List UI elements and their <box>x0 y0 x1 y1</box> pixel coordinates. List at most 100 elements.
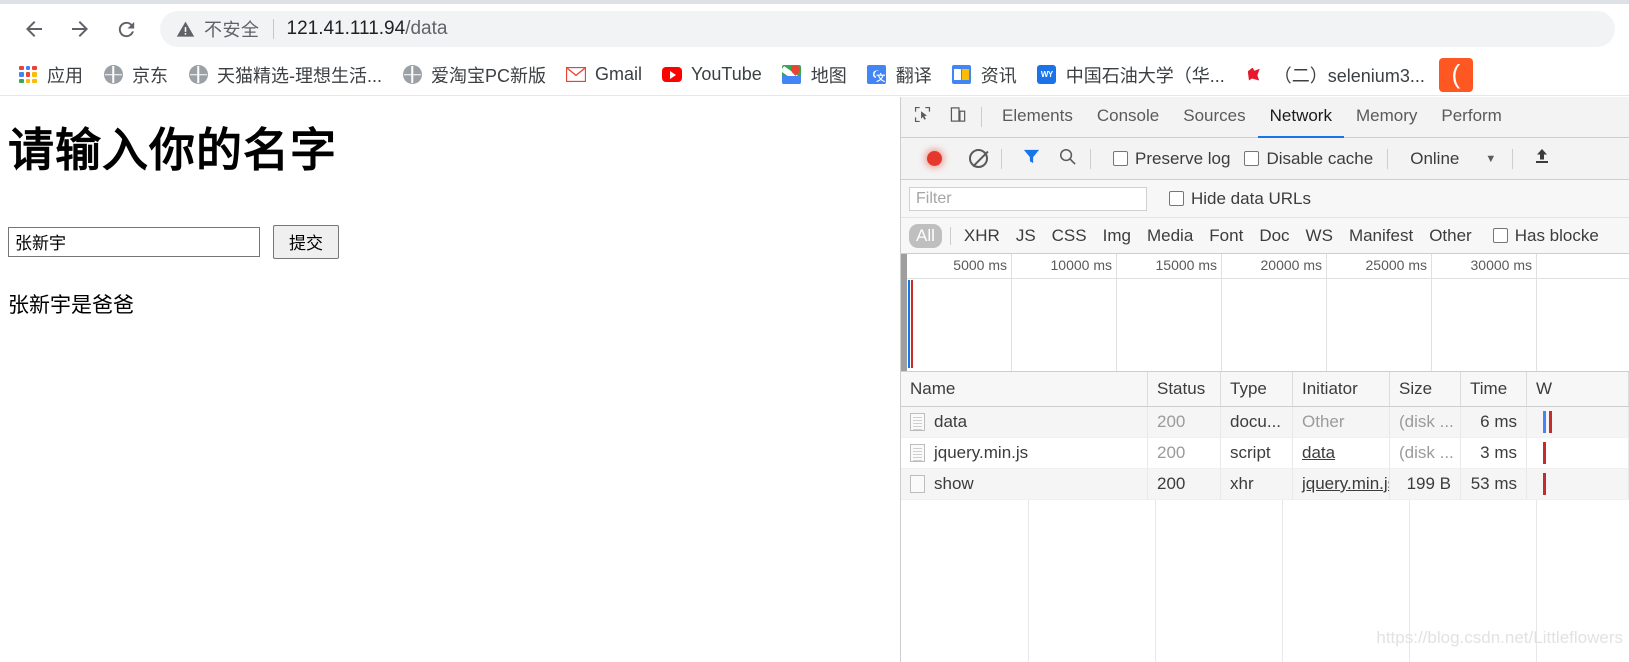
type-filter-js[interactable]: JS <box>1009 224 1043 248</box>
bookmark-jd[interactable]: 京东 <box>95 60 176 90</box>
devtools-panel: Elements Console Sources Network Memory … <box>900 97 1629 662</box>
tab-network[interactable]: Network <box>1257 97 1344 138</box>
tick-label: 30000 ms <box>1470 257 1532 273</box>
forward-button[interactable] <box>60 9 100 49</box>
address-bar[interactable]: 不安全 121.41.111.94/data <box>160 11 1615 47</box>
has-blocked-cookies-checkbox[interactable]: Has blocke <box>1492 225 1599 246</box>
browser-toolbar: 不安全 121.41.111.94/data <box>0 4 1629 54</box>
throttling-value: Online <box>1410 148 1460 168</box>
tab-sources[interactable]: Sources <box>1171 97 1257 138</box>
column-header-status[interactable]: Status <box>1148 372 1221 406</box>
type-filter-doc[interactable]: Doc <box>1252 224 1296 248</box>
preserve-log-checkbox[interactable]: Preserve log <box>1113 149 1230 169</box>
type-filter-css[interactable]: CSS <box>1045 224 1094 248</box>
table-row[interactable]: show 200 xhr jquery.min.js:4 199 B 53 ms <box>901 469 1629 500</box>
bookmark-tmall[interactable]: 天猫精选-理想生活... <box>180 60 390 90</box>
overview-tick: 25000 ms <box>1327 254 1432 371</box>
orange-app-icon: ( <box>1438 57 1473 92</box>
network-filterbar: Hide data URLs <box>901 180 1629 218</box>
tab-memory[interactable]: Memory <box>1344 97 1429 138</box>
bookmark-label: 京东 <box>132 65 168 86</box>
toolbar-divider <box>981 107 982 127</box>
bookmark-apps[interactable]: 应用 <box>10 60 91 90</box>
filter-toggle-button[interactable] <box>1016 144 1046 174</box>
bookmark-taobao[interactable]: 爱淘宝PC新版 <box>394 60 554 90</box>
type-filter-xhr[interactable]: XHR <box>957 224 1007 248</box>
bookmark-youtube[interactable]: YouTube <box>654 60 770 90</box>
column-header-type[interactable]: Type <box>1221 372 1293 406</box>
inspect-element-icon <box>914 106 931 128</box>
cell-status: 200 <box>1148 469 1221 499</box>
tab-elements[interactable]: Elements <box>990 97 1085 138</box>
bookmark-label: 天猫精选-理想生活... <box>217 65 382 86</box>
inspect-element-button[interactable] <box>907 102 937 132</box>
university-icon: WY <box>1037 65 1057 85</box>
type-filter-img[interactable]: Img <box>1096 224 1138 248</box>
table-row[interactable]: jquery.min.js 200 script data (disk ... … <box>901 438 1629 469</box>
cell-status: 200 <box>1148 438 1221 468</box>
tick-label: 10000 ms <box>1050 257 1112 273</box>
bookmark-selenium[interactable]: （二）selenium3... <box>1237 60 1433 90</box>
column-header-time[interactable]: Time <box>1461 372 1527 406</box>
devtools-tabbar: Elements Console Sources Network Memory … <box>901 97 1629 138</box>
network-overview-timeline[interactable]: 5000 ms 10000 ms 15000 ms 20000 ms 25000… <box>901 254 1629 372</box>
network-requests-table: Name Status Type Initiator Size Time W d… <box>901 372 1629 662</box>
cell-type: xhr <box>1221 469 1293 499</box>
bookmark-label: 地图 <box>810 65 847 86</box>
tab-console[interactable]: Console <box>1085 97 1171 138</box>
search-button[interactable] <box>1052 144 1082 174</box>
bookmarks-bar: 应用 京东 天猫精选-理想生活... 爱淘宝PC新版 Gmail YouTube… <box>0 54 1629 96</box>
tab-performance[interactable]: Perform <box>1429 97 1513 138</box>
filter-input[interactable] <box>909 186 1147 211</box>
bookmark-translate[interactable]: G文 翻译 <box>859 60 940 90</box>
table-row[interactable]: data 200 docu... Other (disk ... 6 ms <box>901 407 1629 438</box>
bookmark-overflow[interactable]: ( <box>1437 57 1484 92</box>
clear-button[interactable] <box>963 144 993 174</box>
tick-label: 20000 ms <box>1260 257 1322 273</box>
bookmark-university[interactable]: WY 中国石油大学（华... <box>1029 60 1233 90</box>
bookmark-label: 资讯 <box>980 65 1017 86</box>
hide-data-urls-label: Hide data URLs <box>1191 188 1312 208</box>
column-header-waterfall[interactable]: W <box>1527 372 1629 406</box>
type-filter-manifest[interactable]: Manifest <box>1342 224 1420 248</box>
device-toolbar-button[interactable] <box>943 102 973 132</box>
disable-cache-checkbox[interactable]: Disable cache <box>1244 149 1373 169</box>
record-button[interactable] <box>919 144 949 174</box>
table-empty-area: https://blog.csdn.net/Littleflowers <box>901 500 1629 662</box>
cell-waterfall <box>1527 438 1629 468</box>
column-header-name[interactable]: Name <box>901 372 1148 406</box>
upload-icon <box>1533 147 1551 170</box>
hide-data-urls-checkbox[interactable]: Hide data URLs <box>1169 189 1311 209</box>
column-header-initiator[interactable]: Initiator <box>1293 372 1390 406</box>
forward-arrow-icon <box>68 17 92 41</box>
waterfall-red-marker <box>1543 473 1546 495</box>
submit-button[interactable]: 提交 <box>273 224 339 259</box>
bookmark-news[interactable]: 资讯 <box>944 60 1025 90</box>
tick-label: 25000 ms <box>1365 257 1427 273</box>
cell-initiator[interactable]: data <box>1293 438 1390 468</box>
type-filter-font[interactable]: Font <box>1202 224 1250 248</box>
cell-type: script <box>1221 438 1293 468</box>
import-har-button[interactable] <box>1527 144 1557 174</box>
load-event-marker <box>911 280 913 368</box>
has-blocked-label: Has blocke <box>1514 225 1599 245</box>
web-page-content: 请输入你的名字 提交 张新宇是爸爸 <box>0 97 900 662</box>
type-filter-all[interactable]: All <box>909 223 942 248</box>
bookmark-label: YouTube <box>691 64 762 84</box>
document-icon <box>910 444 925 462</box>
bookmark-gmail[interactable]: Gmail <box>558 60 650 90</box>
checkbox-box <box>1169 191 1184 206</box>
throttling-dropdown[interactable]: Online ▼ <box>1410 149 1496 169</box>
url-host: 121.41.111.94 <box>286 18 406 39</box>
type-filter-other[interactable]: Other <box>1422 224 1479 248</box>
cell-initiator[interactable]: jquery.min.js:4 <box>1293 469 1390 499</box>
name-input[interactable] <box>8 226 260 257</box>
column-header-size[interactable]: Size <box>1390 372 1461 406</box>
type-filter-media[interactable]: Media <box>1140 224 1200 248</box>
cell-type: docu... <box>1221 407 1293 437</box>
cell-time: 3 ms <box>1461 438 1527 468</box>
type-filter-ws[interactable]: WS <box>1299 224 1340 248</box>
reload-button[interactable] <box>106 9 146 49</box>
back-button[interactable] <box>14 9 54 49</box>
bookmark-maps[interactable]: 地图 <box>774 60 855 90</box>
